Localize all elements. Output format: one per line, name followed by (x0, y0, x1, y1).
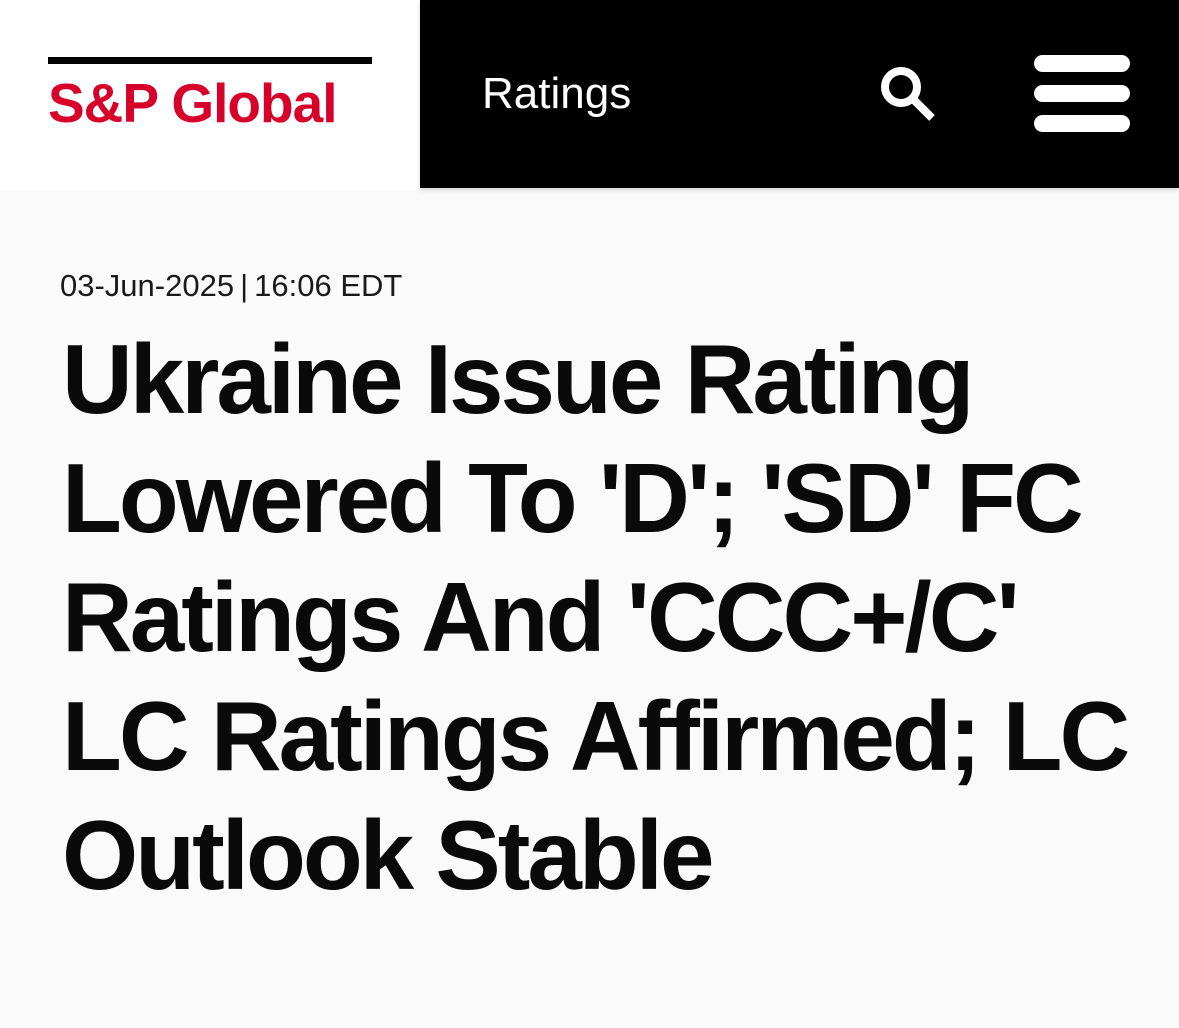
sp-global-logo[interactable]: S&P Global (48, 57, 372, 132)
article-date: 03-Jun-2025 (60, 268, 235, 303)
meta-separator: | (240, 268, 249, 303)
article-meta: 03-Jun-2025 | 16:06 EDT (60, 266, 402, 306)
menu-bar-bottom (1034, 115, 1130, 132)
article-headline: Ukraine Issue Rating Lowered To 'D'; 'SD… (62, 324, 1130, 910)
page: S&P Global Ratings 03-Jun-2025 | 16:06 EDT… (0, 0, 1179, 1028)
header-nav-bar: Ratings (420, 0, 1179, 188)
menu-button[interactable] (1034, 55, 1132, 133)
search-icon (881, 67, 935, 121)
menu-bar-top (1034, 55, 1130, 72)
section-label[interactable]: Ratings (482, 68, 631, 120)
header-logo-area: S&P Global (0, 0, 420, 190)
logo-text: S&P Global (48, 72, 338, 134)
logo-rule (48, 57, 372, 64)
search-button[interactable] (878, 64, 940, 126)
menu-bar-middle (1034, 85, 1130, 102)
article-time: 16:06 EDT (254, 268, 403, 303)
